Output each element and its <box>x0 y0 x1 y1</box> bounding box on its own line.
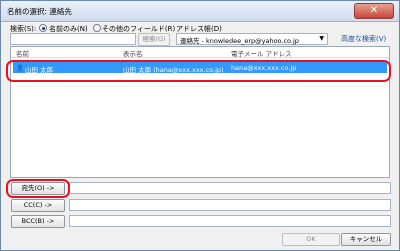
row-highlight-annotation <box>6 60 391 82</box>
radio-name-only[interactable] <box>39 24 47 32</box>
column-header-display-name[interactable]: 表示名 <box>123 48 143 58</box>
close-icon: ✕ <box>369 5 379 16</box>
to-field[interactable] <box>69 182 391 194</box>
select-names-dialog: 名前の選択: 連絡先 ✕ 検索(S): 名前のみ(N) その他のフィールド(R)… <box>0 0 400 251</box>
bcc-button[interactable]: BCC(B) -> <box>11 215 65 228</box>
close-button[interactable]: ✕ <box>354 3 394 19</box>
address-book-select[interactable]: 連絡先 - knowledee_erp@yahoo.co.jp ▼ <box>176 33 328 45</box>
search-input[interactable] <box>10 33 136 45</box>
cc-button[interactable]: CC(C) -> <box>11 199 65 212</box>
search-button[interactable]: 検索(G) <box>138 33 170 46</box>
column-header-name[interactable]: 名前 <box>16 48 29 58</box>
address-book-value: 連絡先 - knowledee_erp@yahoo.co.jp <box>180 37 299 45</box>
list-header: 名前 表示名 電子メール アドレス <box>11 47 389 58</box>
cc-field[interactable] <box>69 199 391 211</box>
title-bar: 名前の選択: 連絡先 ✕ <box>1 1 399 22</box>
dialog-title: 名前の選択: 連絡先 <box>7 7 72 16</box>
cancel-button[interactable]: キャンセル <box>341 233 391 246</box>
ok-button[interactable]: OK <box>282 233 340 246</box>
radio-other-fields[interactable] <box>93 24 101 32</box>
column-header-email[interactable]: 電子メール アドレス <box>231 48 292 58</box>
bcc-field[interactable] <box>69 215 391 227</box>
advanced-search-link[interactable]: 高度な検索(V) <box>341 34 386 44</box>
chevron-down-icon: ▼ <box>319 35 324 42</box>
to-button-highlight-annotation <box>6 179 70 198</box>
